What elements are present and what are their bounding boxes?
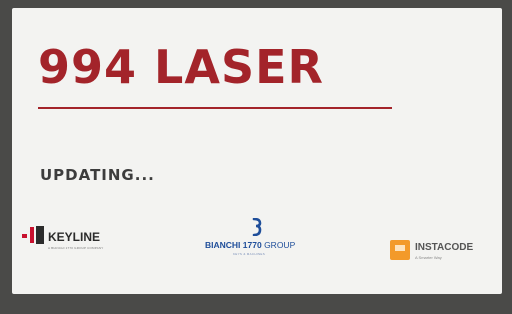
bianchi-tagline: KEYS & MACHINES	[233, 252, 266, 256]
keyline-mark-dark	[36, 226, 44, 244]
keyline-tagline: A BIANCHI 1770 GROUP COMPANY	[48, 246, 104, 250]
instacode-logo: INSTACODE A Smarter Way	[390, 240, 490, 266]
device-screen: 994 LASER UPDATING... KEYLINE A BIANCHI …	[12, 8, 502, 294]
instacode-tagline: A Smarter Way	[415, 255, 442, 260]
instacode-box-icon	[390, 240, 410, 260]
keyline-name: KEYLINE	[48, 230, 101, 244]
product-title: 994 LASER	[38, 40, 324, 94]
bianchi-logo: BIANCHI 1770 GROUP KEYS & MACHINES	[205, 218, 315, 258]
keyline-mark-red	[30, 227, 34, 243]
keyline-logo: KEYLINE A BIANCHI 1770 GROUP COMPANY	[22, 224, 152, 254]
status-text: UPDATING...	[40, 166, 155, 184]
instacode-name: INSTACODE	[415, 242, 474, 253]
title-underline	[38, 107, 392, 109]
bianchi-mark-icon	[252, 218, 262, 236]
keyline-dot	[22, 234, 27, 238]
bianchi-name: BIANCHI 1770 GROUP	[205, 240, 296, 250]
